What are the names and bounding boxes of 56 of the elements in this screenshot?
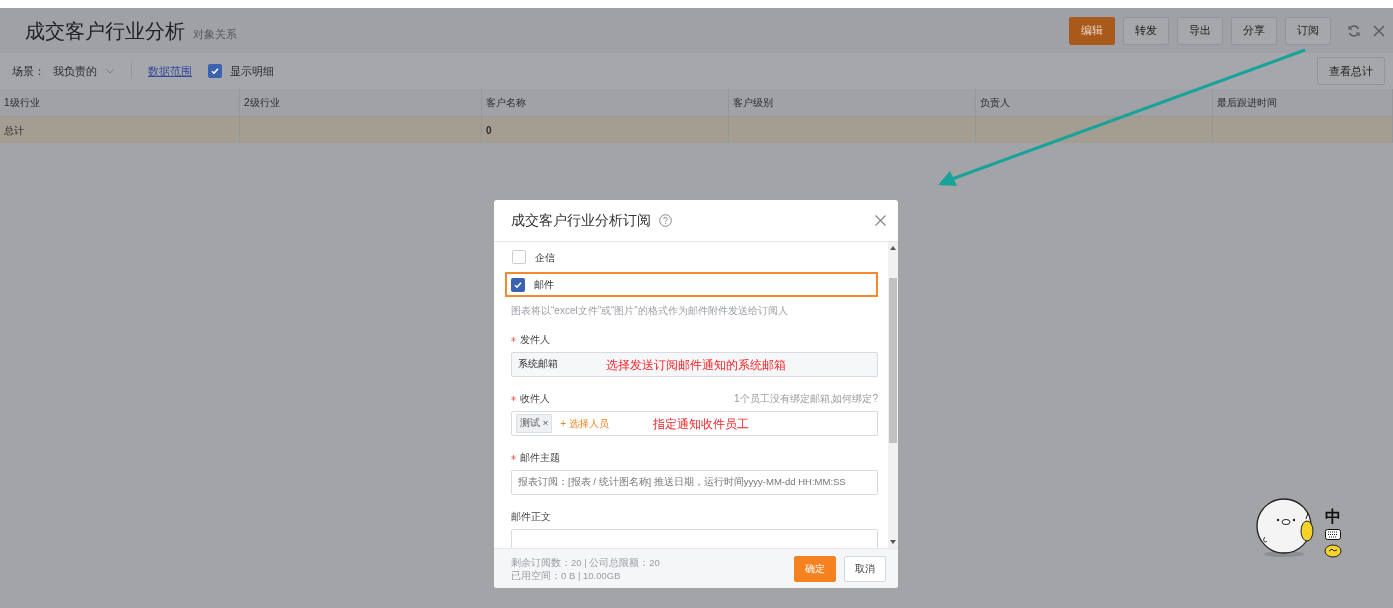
quota-text: 剩余订阅数：20 | 公司总限额：20 [511, 555, 661, 569]
close-icon[interactable] [875, 215, 886, 226]
action-button[interactable]: 编辑 [1069, 16, 1115, 45]
chevron-icon [105, 68, 115, 74]
quota-text: 已用空间：0 B | 10.00GB [511, 568, 622, 582]
sender-field[interactable]: 系统邮箱 选择发送订阅邮件通知的系统邮箱 [511, 352, 878, 377]
scroll-up-icon[interactable] [890, 246, 896, 250]
column-header: 负责人 [976, 89, 1213, 116]
field-label: 收件人 [520, 392, 550, 406]
field-value: 系统邮箱 [518, 357, 558, 372]
action-button[interactable]: 订阅 [1285, 16, 1331, 45]
page-title: 成交客户行业分析 [25, 18, 185, 44]
scene-label: 场景： [12, 63, 45, 79]
recipient-tag[interactable]: 测试 × [516, 414, 553, 433]
refresh-icon[interactable] [1347, 23, 1361, 38]
scene-dropdown[interactable]: 我负责的 [53, 62, 115, 80]
annotation-text: 指定通知收件员工 [652, 415, 749, 433]
recipient-field[interactable]: 测试 × + 选择人员 指定通知收件员工 [511, 411, 878, 436]
checkbox[interactable] [512, 250, 526, 264]
scrollbar[interactable] [888, 242, 898, 548]
checkbox[interactable] [208, 64, 222, 78]
checkbox-label: 企信 [534, 250, 555, 265]
column-header: 客户名称 [482, 89, 729, 116]
emoji-icon[interactable] [1324, 544, 1342, 558]
dialog-title: 成交客户行业分析订阅 [511, 211, 651, 230]
table-cell-text: 总计 [4, 123, 24, 138]
column-header: 最后跟进时间 [1213, 89, 1393, 116]
hint-text: 图表将以“excel文件”或“图片”的格式作为邮件附件发送给订阅人 [511, 304, 789, 318]
field-label: 邮件主题 [520, 451, 560, 465]
table-cell-text: 0 [486, 123, 492, 138]
annotation-text: 选择发送订阅邮件通知的系统邮箱 [606, 356, 786, 374]
close-icon[interactable] [1373, 24, 1385, 37]
ime-mode-indicator[interactable]: 中 [1325, 509, 1341, 525]
page-subtitle: 对象关系 [193, 26, 237, 42]
field-label: 邮件正文 [511, 510, 551, 524]
checkbox[interactable] [511, 277, 525, 292]
field-label: 发件人 [520, 333, 550, 347]
action-button[interactable]: 导出 [1177, 16, 1223, 45]
scrollbar-thumb[interactable] [889, 277, 897, 443]
summary-button[interactable]: 查看总计 [1317, 57, 1385, 85]
help-icon[interactable] [659, 214, 672, 227]
column-header: 1级行业 [0, 89, 240, 116]
action-button[interactable]: 转发 [1123, 16, 1169, 45]
column-header: 客户级别 [729, 89, 976, 116]
keyboard-icon[interactable] [1325, 529, 1341, 540]
subject-field[interactable]: 报表订阅：[报表 / 统计图名称] 推送日期，运行时间yyyy-MM-dd HH:MM:SS [511, 470, 878, 495]
column-header: 2级行业 [240, 89, 482, 116]
scroll-down-icon[interactable] [890, 540, 896, 544]
checkmark-icon [513, 279, 523, 290]
field-note: 1个员工没有绑定邮箱,如何绑定? [734, 392, 878, 406]
data-range-link[interactable]: 数据范围 [148, 62, 192, 80]
dialog-button[interactable]: 取消 [844, 555, 886, 582]
action-button[interactable]: 分享 [1231, 16, 1277, 45]
checkmark-icon [210, 66, 220, 76]
show-detail-label: 显示明细 [230, 63, 274, 79]
checkbox-label: 邮件 [533, 278, 554, 292]
